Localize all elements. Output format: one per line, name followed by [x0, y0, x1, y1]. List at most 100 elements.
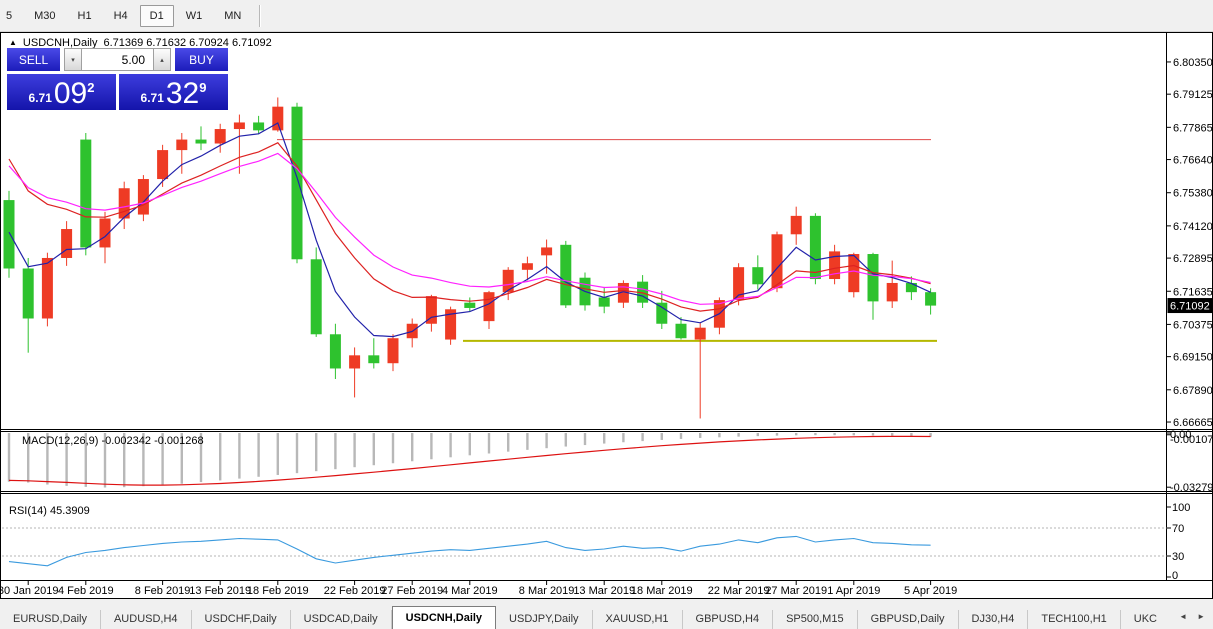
- sell-price-display[interactable]: 6.71 09 2: [7, 74, 116, 110]
- svg-text:13 Feb 2019: 13 Feb 2019: [189, 585, 251, 597]
- svg-text:13 Mar 2019: 13 Mar 2019: [573, 585, 635, 597]
- volume-increase-button[interactable]: ▴: [153, 48, 171, 71]
- svg-text:4 Feb 2019: 4 Feb 2019: [58, 585, 114, 597]
- candle-body: [676, 324, 687, 338]
- one-click-trade-panel: SELL ▾ 5.00 ▴ BUY 6.71 09 2 6.71 32: [7, 48, 228, 110]
- collapse-chart-icon[interactable]: ▲: [9, 39, 17, 47]
- svg-text:6.77865: 6.77865: [1173, 122, 1212, 134]
- chart-tab-usdcad-daily[interactable]: USDCAD,Daily: [291, 610, 392, 629]
- timeframe-button-w1[interactable]: W1: [176, 5, 213, 27]
- chart-tab-audusd-h4[interactable]: AUDUSD,H4: [101, 610, 192, 629]
- chart-tab-gbpusd-h4[interactable]: GBPUSD,H4: [683, 610, 774, 629]
- timeframe-button-m30[interactable]: M30: [24, 5, 65, 27]
- buy-button[interactable]: BUY: [175, 48, 228, 71]
- svg-text:22 Mar 2019: 22 Mar 2019: [708, 585, 770, 597]
- svg-text:6.71092: 6.71092: [1170, 301, 1210, 313]
- svg-text:27 Feb 2019: 27 Feb 2019: [381, 585, 443, 597]
- time-axis[interactable]: 30 Jan 20194 Feb 2019 8 Feb 201913 Feb 20…: [1, 581, 957, 597]
- chart-tab-usdcnh-daily[interactable]: USDCNH,Daily: [392, 606, 496, 629]
- candle-body: [330, 334, 341, 368]
- svg-text:0: 0: [1172, 570, 1178, 582]
- macd-axis[interactable]: 0.00-0.001072-0.032799: [1167, 429, 1213, 494]
- svg-text:6.80350: 6.80350: [1173, 57, 1212, 69]
- tab-scroll-controls: ◄ ►: [1167, 604, 1213, 629]
- svg-text:22 Feb 2019: 22 Feb 2019: [324, 585, 386, 597]
- chart-tab-ukc[interactable]: UKC: [1121, 610, 1171, 629]
- svg-text:100: 100: [1172, 502, 1190, 514]
- candle-body: [599, 297, 610, 306]
- timeframe-button-mn[interactable]: MN: [214, 5, 251, 27]
- buy-price-big-digits: 32: [166, 79, 199, 109]
- timeframe-button-h4[interactable]: H4: [104, 5, 138, 27]
- chart-canvas[interactable]: 6.803506.791256.778656.766406.753806.741…: [1, 33, 1212, 598]
- candle-body: [157, 150, 168, 179]
- svg-text:6.71635: 6.71635: [1173, 286, 1212, 298]
- candle-body: [61, 229, 72, 258]
- sell-button[interactable]: SELL: [7, 48, 60, 71]
- sell-price-prefix: 6.71: [29, 91, 52, 105]
- candle-body: [541, 247, 552, 255]
- chevron-up-icon: ▴: [160, 56, 164, 64]
- rsi-axis[interactable]: 10070300: [1167, 502, 1191, 582]
- candle-body: [695, 328, 706, 340]
- svg-text:8 Feb 2019: 8 Feb 2019: [135, 585, 191, 597]
- candle-body: [272, 107, 283, 131]
- candle-body: [503, 270, 514, 292]
- candle-body: [925, 292, 936, 305]
- sell-price-big-digits: 09: [54, 79, 87, 109]
- candle-body: [23, 268, 34, 318]
- volume-decrease-button[interactable]: ▾: [64, 48, 82, 71]
- chevron-down-icon: ▾: [71, 56, 75, 64]
- svg-text:27 Mar 2019: 27 Mar 2019: [765, 585, 827, 597]
- candle-body: [484, 292, 495, 321]
- chart-tab-sp500-m15[interactable]: SP500,M15: [773, 610, 857, 629]
- candle-body: [887, 283, 898, 301]
- macd-indicator-label: MACD(12,26,9) -0.002342 -0.001268: [22, 435, 204, 447]
- tab-scroll-left-button[interactable]: ◄: [1175, 610, 1191, 623]
- candle-body: [906, 283, 917, 292]
- svg-text:6.74120: 6.74120: [1173, 221, 1212, 233]
- candle-body: [4, 200, 15, 268]
- chart-tab-eurusd-daily[interactable]: EURUSD,Daily: [0, 610, 101, 629]
- candle-body: [560, 245, 571, 306]
- candle-body: [772, 234, 783, 288]
- buy-price-prefix: 6.71: [141, 91, 164, 105]
- rsi-indicator-label: RSI(14) 45.3909: [9, 505, 90, 517]
- svg-text:5 Apr 2019: 5 Apr 2019: [904, 585, 957, 597]
- buy-price-pip-digit: 9: [199, 80, 206, 95]
- timeframe-button-d1[interactable]: D1: [140, 5, 174, 27]
- svg-text:-0.001072: -0.001072: [1170, 434, 1212, 446]
- candle-body: [234, 122, 245, 129]
- chart-tab-usdjpy-daily[interactable]: USDJPY,Daily: [496, 610, 593, 629]
- svg-text:6.79125: 6.79125: [1173, 89, 1212, 101]
- candlesticks: [4, 97, 937, 418]
- chart-tab-tech100-h1[interactable]: TECH100,H1: [1028, 610, 1120, 629]
- candle-body: [388, 338, 399, 363]
- chart-frame: [1, 33, 1212, 581]
- svg-text:6.69150: 6.69150: [1173, 352, 1212, 364]
- svg-text:18 Feb 2019: 18 Feb 2019: [247, 585, 309, 597]
- price-axis[interactable]: 6.803506.791256.778656.766406.753806.741…: [1167, 57, 1213, 429]
- candle-body: [752, 267, 763, 284]
- chart-tab-xauusd-h1[interactable]: XAUUSD,H1: [593, 610, 683, 629]
- svg-text:6.66665: 6.66665: [1173, 417, 1212, 429]
- svg-text:4 Mar 2019: 4 Mar 2019: [442, 585, 498, 597]
- timeframe-button-h1[interactable]: H1: [68, 5, 102, 27]
- svg-text:70: 70: [1172, 523, 1184, 535]
- chart-tab-gbpusd-daily[interactable]: GBPUSD,Daily: [858, 610, 959, 629]
- buy-price-display[interactable]: 6.71 32 9: [119, 74, 228, 110]
- chart-tab-dj30-h4[interactable]: DJ30,H4: [959, 610, 1029, 629]
- candle-body: [368, 355, 379, 363]
- toolbar-separator: [259, 5, 261, 27]
- timeframe-button-5[interactable]: 5: [0, 5, 22, 27]
- chart-tab-usdchf-daily[interactable]: USDCHF,Daily: [192, 610, 291, 629]
- candle-body: [138, 179, 149, 215]
- candle-body: [253, 122, 264, 130]
- candle-body: [215, 129, 226, 143]
- svg-text:6.75380: 6.75380: [1173, 188, 1212, 200]
- candle-body: [292, 107, 303, 260]
- tab-scroll-right-button[interactable]: ►: [1193, 610, 1209, 623]
- svg-text:30 Jan 2019: 30 Jan 2019: [1, 585, 58, 597]
- mt4-window: 5M30H1H4D1W1MN 6.803506.791256.778656.76…: [0, 0, 1213, 629]
- volume-input[interactable]: 5.00: [82, 48, 153, 71]
